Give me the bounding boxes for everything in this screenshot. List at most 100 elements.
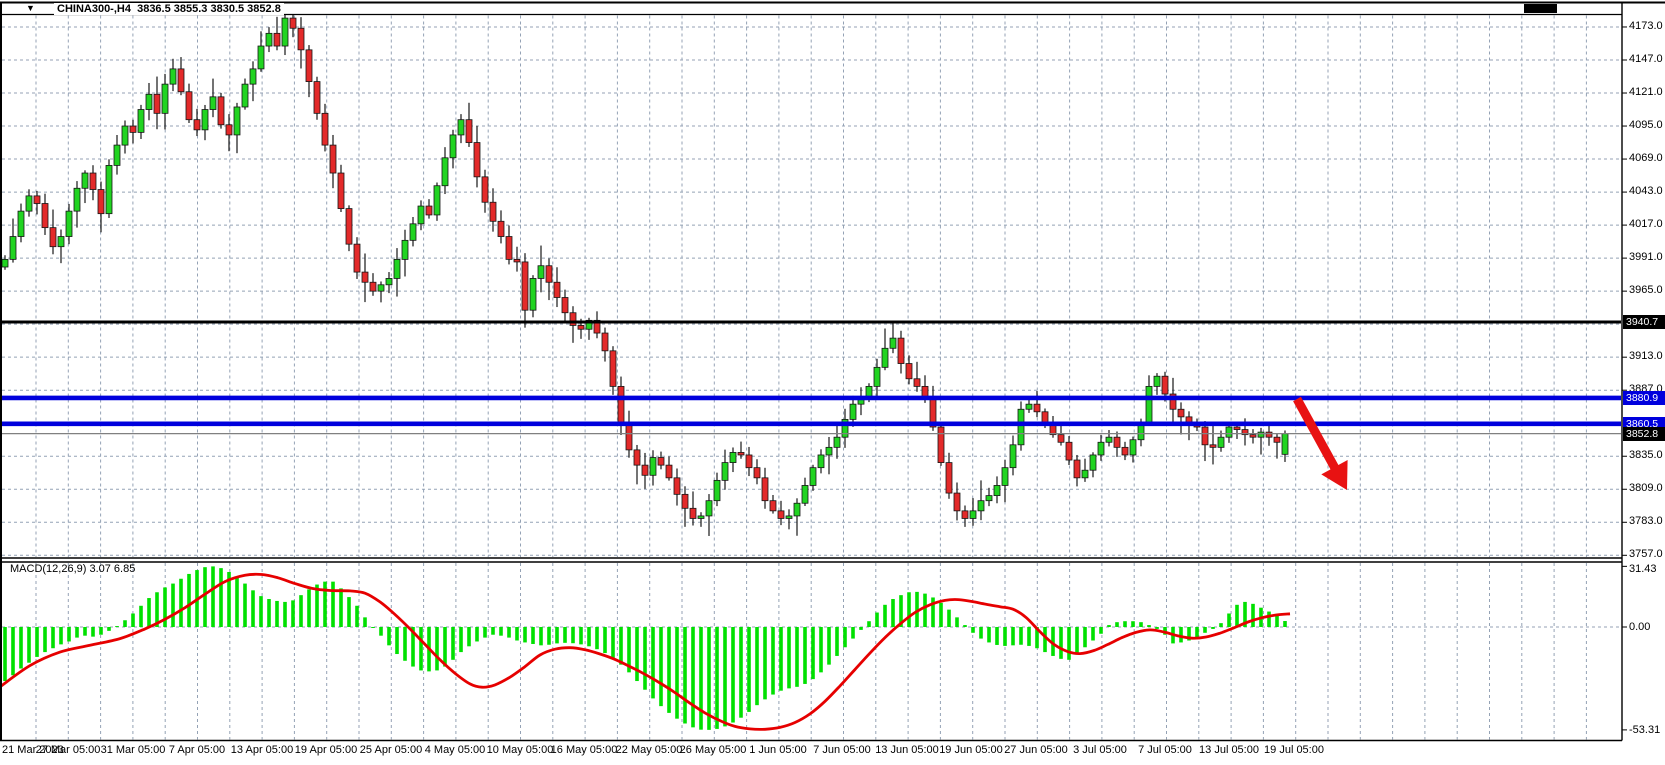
date-tick-label: 13 Jul 05:00 <box>1199 744 1259 756</box>
candle <box>714 473 720 506</box>
date-tick-label: 31 Mar 05:00 <box>101 744 166 756</box>
candle <box>1010 436 1016 476</box>
candle <box>290 14 296 37</box>
candle <box>202 105 208 140</box>
candle <box>522 253 528 328</box>
price-level-badge: 3880.9 <box>1623 391 1665 405</box>
macd-bar <box>819 627 823 672</box>
macd-bar <box>739 627 743 718</box>
candle <box>66 204 72 244</box>
date-tick-label: 3 Jul 05:00 <box>1073 744 1127 756</box>
candle <box>898 331 904 374</box>
date-tick-label: 27 Jun 05:00 <box>1004 744 1068 756</box>
candle <box>978 480 984 520</box>
candle <box>1258 428 1264 455</box>
candle <box>410 217 416 246</box>
macd-bar <box>19 627 23 668</box>
symbol-dropdown-icon[interactable]: ▼ <box>26 3 35 13</box>
candle <box>82 170 88 203</box>
candle <box>1210 425 1216 464</box>
macd-bar <box>723 627 727 726</box>
candle <box>970 498 976 526</box>
macd-bar <box>987 627 991 642</box>
date-tick-label: 7 Jul 05:00 <box>1138 744 1192 756</box>
chart-canvas[interactable] <box>0 0 1665 765</box>
macd-bar <box>91 627 95 637</box>
macd-bar <box>979 627 983 639</box>
candle <box>90 165 96 200</box>
candle <box>834 424 840 459</box>
candle <box>650 450 656 485</box>
candle <box>130 120 136 144</box>
price-level-badge: 3940.7 <box>1623 315 1665 329</box>
candle <box>282 15 288 56</box>
date-tick-label: 16 May 05:00 <box>551 744 618 756</box>
macd-bar <box>563 627 567 643</box>
macd-bar <box>1075 627 1079 654</box>
macd-bar <box>395 627 399 654</box>
macd-bar <box>947 610 951 627</box>
macd-bar <box>531 627 535 644</box>
candle <box>506 225 512 264</box>
candle <box>842 409 848 448</box>
price-tick-label: 4017.0 <box>1629 218 1663 230</box>
macd-bar <box>1203 627 1207 633</box>
candle <box>722 450 728 490</box>
macd-bar <box>611 627 615 658</box>
macd-bar <box>507 627 511 638</box>
macd-bar <box>923 594 927 627</box>
candle <box>858 387 864 415</box>
macd-bar <box>699 627 703 730</box>
candle <box>1170 378 1176 423</box>
date-tick-label: 1 Jun 05:00 <box>749 744 807 756</box>
macd-bar <box>259 596 263 627</box>
candle <box>890 322 896 354</box>
macd-bar <box>219 568 223 627</box>
candle <box>810 465 816 491</box>
candle <box>786 509 792 529</box>
macd-bar <box>51 627 55 648</box>
macd-bar <box>355 606 359 627</box>
macd-bar <box>235 577 239 627</box>
macd-bar <box>347 597 351 627</box>
macd-bar <box>459 627 463 652</box>
trend-arrow[interactable] <box>1293 397 1348 490</box>
macd-bar <box>1083 627 1087 647</box>
macd-bar <box>971 627 975 633</box>
candle <box>1058 424 1064 445</box>
macd-bar <box>43 627 47 652</box>
price-tick-label: 4095.0 <box>1629 119 1663 131</box>
macd-bar <box>483 627 487 638</box>
date-tick-label: 19 Jul 05:00 <box>1264 744 1324 756</box>
candle <box>954 483 960 521</box>
candle <box>1090 452 1096 477</box>
candle <box>770 495 776 514</box>
macd-bar <box>651 627 655 698</box>
candle <box>34 191 40 214</box>
candle <box>938 424 944 466</box>
macd-bar <box>1131 621 1135 627</box>
macd-bar <box>827 627 831 665</box>
candle <box>1122 442 1128 460</box>
candle <box>530 275 536 317</box>
macd-bar <box>843 627 847 647</box>
chart-title: CHINA300-,H4 3836.5 3855.3 3830.5 3852.8 <box>54 3 284 15</box>
date-tick-label: 4 May 05:00 <box>425 744 486 756</box>
date-tick-label: 7 Jun 05:00 <box>813 744 871 756</box>
price-tick-label: 4069.0 <box>1629 152 1663 164</box>
macd-bar <box>1251 604 1255 627</box>
chart-shift-marker[interactable] <box>1524 4 1557 13</box>
candle <box>1282 430 1288 461</box>
macd-bar <box>363 617 367 627</box>
macd-bar <box>579 627 583 644</box>
candle <box>370 273 376 296</box>
macd-bar <box>35 627 39 657</box>
candle <box>482 170 488 213</box>
macd-bar <box>691 627 695 727</box>
candle <box>762 468 768 509</box>
macd-bar <box>491 627 495 635</box>
candle <box>914 362 920 392</box>
macd-indicator-label: MACD(12,26,9) 3.07 6.85 <box>10 563 135 575</box>
macd-bar <box>171 584 175 627</box>
macd-bar <box>859 627 863 630</box>
